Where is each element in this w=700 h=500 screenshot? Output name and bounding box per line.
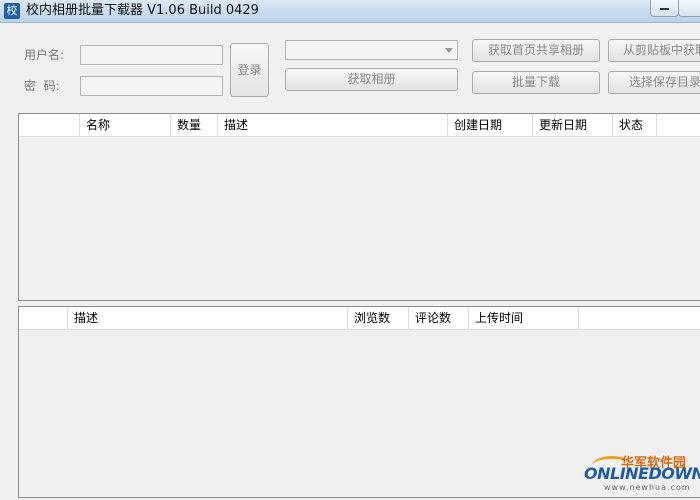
album-col-count[interactable]: 数量: [171, 114, 218, 136]
login-button[interactable]: 登录: [230, 43, 269, 97]
album-table[interactable]: 名称 数量 描述 创建日期 更新日期 状态: [18, 113, 700, 301]
album-col-status[interactable]: 状态: [613, 114, 657, 136]
username-label: 用户名:: [24, 48, 65, 62]
username-input[interactable]: [80, 45, 223, 65]
onlinedown-watermark: 华军软件园 ONLINEDOWN www.newhua.com: [576, 452, 700, 496]
chevron-down-icon: [445, 48, 453, 53]
photo-col-comments[interactable]: 评论数: [409, 307, 469, 329]
window-title: 校内相册批量下载器 V1.06 Build 0429: [26, 3, 259, 18]
photo-col-description[interactable]: 描述: [68, 307, 348, 329]
fetch-albums-button[interactable]: 获取相册: [285, 68, 458, 91]
from-clipboard-button[interactable]: 从剪贴板中获取: [608, 39, 700, 62]
minimize-button[interactable]: [650, 0, 679, 17]
app-icon: 校: [4, 3, 20, 19]
album-select[interactable]: [285, 40, 458, 60]
album-col-created[interactable]: 创建日期: [448, 114, 533, 136]
choose-save-dir-button[interactable]: 选择保存目录: [608, 71, 700, 94]
fetch-homepage-shared-button[interactable]: 获取首页共享相册: [472, 39, 600, 62]
password-label: 密 码:: [24, 79, 60, 93]
minimize-icon: [660, 8, 669, 10]
album-col-updated[interactable]: 更新日期: [533, 114, 613, 136]
batch-download-button[interactable]: 批量下载: [472, 71, 600, 94]
album-col-name[interactable]: 名称: [80, 114, 171, 136]
album-col-checkbox[interactable]: [19, 114, 80, 136]
title-bar: 校 校内相册批量下载器 V1.06 Build 0429: [0, 0, 700, 23]
photo-table-header: 描述 浏览数 评论数 上传时间: [19, 307, 700, 330]
photo-col-checkbox[interactable]: [19, 307, 68, 329]
album-col-description[interactable]: 描述: [218, 114, 448, 136]
maximize-button[interactable]: [678, 0, 700, 17]
password-input[interactable]: [80, 76, 223, 96]
photo-col-views[interactable]: 浏览数: [348, 307, 409, 329]
watermark-url: www.newhua.com: [604, 483, 691, 492]
album-table-header: 名称 数量 描述 创建日期 更新日期 状态: [19, 114, 700, 137]
photo-col-upload-time[interactable]: 上传时间: [469, 307, 579, 329]
watermark-en: ONLINEDOWN: [584, 464, 700, 483]
